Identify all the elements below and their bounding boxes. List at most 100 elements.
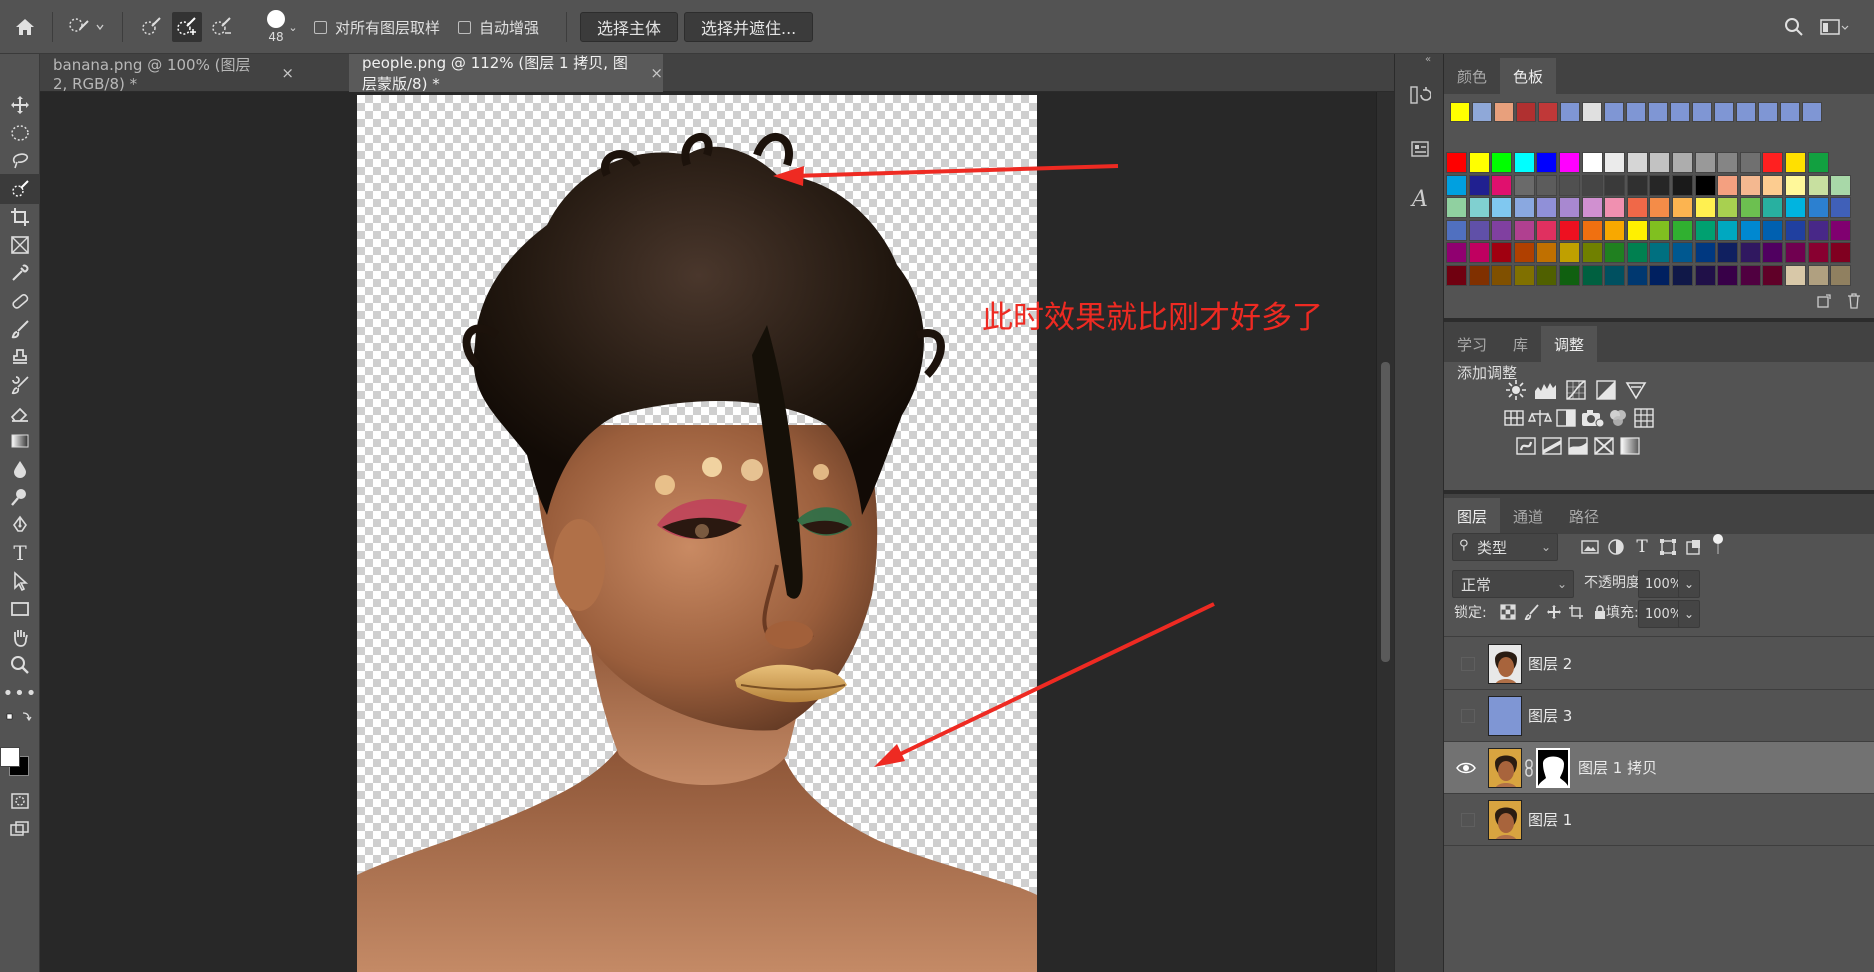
- swatch[interactable]: [1626, 174, 1648, 196]
- swatch[interactable]: [1626, 197, 1648, 219]
- recent-swatch[interactable]: [1802, 102, 1822, 122]
- layer-row[interactable]: 图层 1: [1444, 794, 1874, 846]
- workspace-icon[interactable]: [1816, 0, 1852, 54]
- swatch[interactable]: [1536, 174, 1558, 196]
- swatch[interactable]: [1513, 197, 1535, 219]
- swatch[interactable]: [1604, 242, 1626, 264]
- rectangle-tool-icon[interactable]: [0, 594, 40, 624]
- filter-toggle-icon[interactable]: [1706, 532, 1730, 556]
- recent-swatch[interactable]: [1648, 102, 1668, 122]
- close-icon[interactable]: ×: [650, 64, 663, 82]
- close-icon[interactable]: ×: [281, 64, 294, 82]
- swatch[interactable]: [1626, 265, 1648, 286]
- history-icon[interactable]: [1405, 80, 1435, 110]
- lock-transparent-icon[interactable]: [1496, 600, 1520, 624]
- swatch[interactable]: [1468, 152, 1490, 173]
- properties-icon[interactable]: [1405, 134, 1435, 164]
- swatch[interactable]: [1717, 174, 1739, 196]
- swatch[interactable]: [1649, 242, 1671, 264]
- swatch[interactable]: [1830, 197, 1852, 219]
- selective-color-icon[interactable]: [1592, 434, 1616, 458]
- canvas-area[interactable]: [40, 92, 1376, 972]
- screen-mode-icon[interactable]: [0, 814, 40, 844]
- layer-filter-select[interactable]: ⚲ 类型 ⌄: [1452, 533, 1558, 561]
- swatch[interactable]: [1649, 265, 1671, 286]
- swatch[interactable]: [1468, 174, 1490, 196]
- swatch[interactable]: [1581, 174, 1603, 196]
- swatch[interactable]: [1762, 219, 1784, 241]
- swatch[interactable]: [1694, 197, 1716, 219]
- visibility-toggle[interactable]: [1461, 657, 1475, 671]
- swatch[interactable]: [1581, 197, 1603, 219]
- swatch[interactable]: [1694, 265, 1716, 286]
- tab-layers[interactable]: 图层: [1444, 498, 1501, 534]
- swatch[interactable]: [1491, 219, 1513, 241]
- tab-channels[interactable]: 通道: [1500, 498, 1556, 534]
- lock-pixels-icon[interactable]: [1520, 600, 1544, 624]
- gradient-map-icon[interactable]: [1618, 434, 1642, 458]
- pixel-filter-icon[interactable]: [1578, 535, 1602, 559]
- zoom-tool-icon[interactable]: [0, 650, 40, 680]
- swatch[interactable]: [1626, 219, 1648, 241]
- swatch[interactable]: [1739, 219, 1761, 241]
- quick-mask-icon[interactable]: [0, 786, 40, 816]
- opacity-chevron-icon[interactable]: ⌄: [1678, 570, 1700, 598]
- dodge-tool-icon[interactable]: [0, 482, 40, 512]
- swatch[interactable]: [1491, 152, 1513, 173]
- swatch[interactable]: [1604, 174, 1626, 196]
- swatch[interactable]: [1604, 197, 1626, 219]
- swatch[interactable]: [1581, 219, 1603, 241]
- fill-chevron-icon[interactable]: ⌄: [1678, 600, 1700, 628]
- swatch[interactable]: [1717, 265, 1739, 286]
- recent-swatch[interactable]: [1604, 102, 1624, 122]
- color-lookup-icon[interactable]: [1632, 406, 1656, 430]
- swatch[interactable]: [1536, 219, 1558, 241]
- swatch[interactable]: [1626, 152, 1648, 173]
- tab-swatches[interactable]: 色板: [1500, 58, 1557, 94]
- swatch[interactable]: [1446, 265, 1467, 286]
- swatch[interactable]: [1785, 197, 1806, 219]
- swatch[interactable]: [1446, 152, 1467, 173]
- swatch[interactable]: [1468, 242, 1490, 264]
- recent-swatch[interactable]: [1670, 102, 1690, 122]
- subtract-from-selection-icon[interactable]: [208, 0, 236, 54]
- swatch[interactable]: [1717, 152, 1739, 173]
- quick-selection-preset-icon[interactable]: [64, 0, 108, 54]
- swatch[interactable]: [1762, 174, 1784, 196]
- auto-enhance-checkbox[interactable]: 自动增强: [458, 0, 539, 54]
- swatch[interactable]: [1672, 242, 1693, 264]
- swatch[interactable]: [1491, 197, 1513, 219]
- blend-mode-select[interactable]: 正常 ⌄: [1452, 570, 1574, 598]
- swatch[interactable]: [1807, 152, 1829, 173]
- swatch[interactable]: [1739, 242, 1761, 264]
- recent-swatch[interactable]: [1692, 102, 1712, 122]
- swatch[interactable]: [1717, 242, 1739, 264]
- swatch[interactable]: [1649, 219, 1671, 241]
- visibility-toggle[interactable]: [1461, 709, 1475, 723]
- recent-swatch[interactable]: [1582, 102, 1602, 122]
- eraser-tool-icon[interactable]: [0, 398, 40, 428]
- swatch[interactable]: [1785, 219, 1806, 241]
- swatch[interactable]: [1581, 152, 1603, 173]
- layer-mask-thumbnail[interactable]: [1536, 748, 1570, 788]
- tab-libraries[interactable]: 库: [1500, 326, 1541, 362]
- document-canvas[interactable]: [357, 95, 1037, 972]
- swatch[interactable]: [1446, 242, 1467, 264]
- swatch[interactable]: [1694, 242, 1716, 264]
- chevron-down-icon[interactable]: ⌄: [286, 0, 300, 54]
- layer-row-selected[interactable]: 图层 1 拷贝: [1444, 742, 1874, 794]
- swatch[interactable]: [1762, 265, 1784, 286]
- swatch[interactable]: [1513, 174, 1535, 196]
- search-icon[interactable]: [1780, 0, 1808, 54]
- swatch[interactable]: [1717, 197, 1739, 219]
- blur-tool-icon[interactable]: [0, 454, 40, 484]
- swatch[interactable]: [1830, 219, 1852, 241]
- swatch[interactable]: [1559, 197, 1580, 219]
- swatch[interactable]: [1559, 219, 1580, 241]
- swatch[interactable]: [1762, 152, 1784, 173]
- swatch[interactable]: [1649, 197, 1671, 219]
- sample-all-layers-checkbox[interactable]: 对所有图层取样: [314, 0, 440, 54]
- swatch[interactable]: [1672, 219, 1693, 241]
- smart-object-filter-icon[interactable]: [1682, 535, 1706, 559]
- swatch[interactable]: [1830, 265, 1852, 286]
